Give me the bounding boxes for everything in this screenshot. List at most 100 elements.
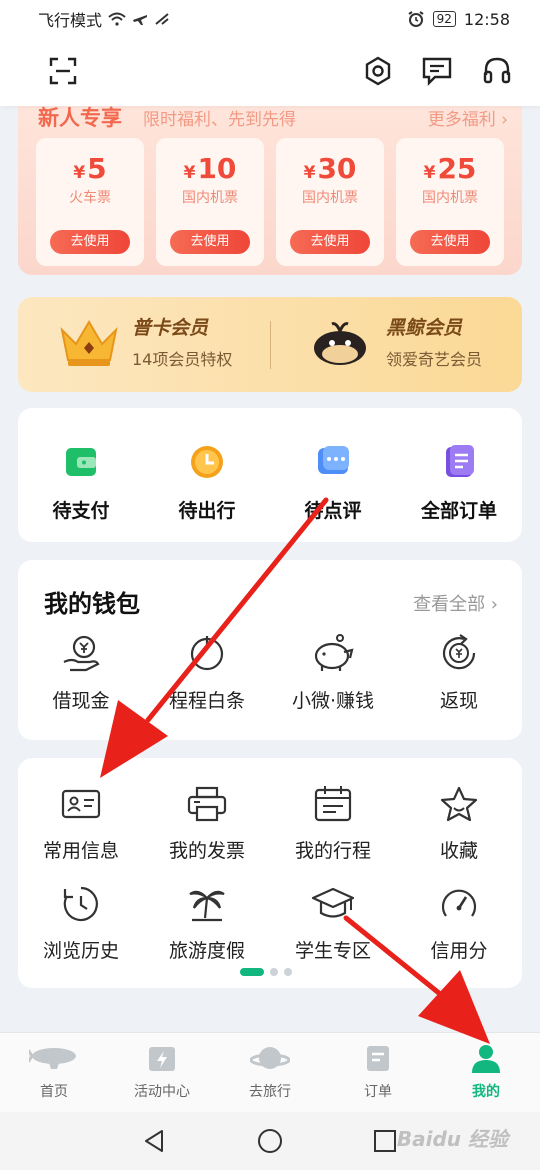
tool-history[interactable]: 浏览历史 [18, 884, 144, 963]
order-pending-review[interactable]: 待点评 [270, 408, 396, 523]
clock: 12:58 [463, 9, 510, 29]
cash-hand-icon [63, 635, 100, 672]
coupon-card[interactable]: ¥10 国内机票 去使用 [156, 138, 264, 266]
lightning-calendar-icon [149, 1047, 175, 1071]
order-pending-payment[interactable]: 待支付 [18, 408, 144, 523]
signal-off-icon [155, 13, 169, 25]
wallet-item-label: 小微·赚钱 [291, 690, 375, 712]
tool-favorites[interactable]: 收藏 [396, 784, 522, 863]
tool-label: 信用分 [430, 940, 488, 962]
tool-common-info[interactable]: 常用信息 [18, 784, 144, 863]
graduation-cap-icon [311, 887, 355, 918]
tab-mine[interactable]: 我的 [432, 1033, 540, 1112]
coupon-currency: ¥ [73, 163, 86, 183]
promo-more-link[interactable]: 更多福利 › [428, 105, 508, 130]
wallet-view-all-link[interactable]: 查看全部 › [413, 590, 498, 616]
membership-black-whale[interactable]: 黑鲸会员 领爱奇艺会员 [310, 313, 482, 370]
bottom-tab-bar: 首页 活动中心 去旅行 订单 我的 [0, 1032, 540, 1112]
top-bar [0, 38, 540, 106]
membership-divider [270, 321, 271, 369]
coupon-use-button[interactable]: 去使用 [50, 230, 130, 254]
wifi-icon [108, 12, 126, 26]
coupon-amount: 30 [317, 152, 357, 185]
coupon-amount: 10 [197, 152, 237, 185]
gauge-icon [441, 889, 477, 917]
tab-label: 订单 [364, 1084, 392, 1100]
cashback-icon [442, 634, 476, 670]
tab-label: 我的 [472, 1084, 500, 1100]
membership-subtitle: 14项会员特权 [132, 350, 233, 369]
order-icon [367, 1046, 389, 1071]
tab-label: 去旅行 [249, 1084, 291, 1100]
status-airplane-mode: 飞行模式 [38, 11, 103, 30]
calendar-icon [314, 786, 352, 822]
coupon-amount: 5 [87, 152, 107, 185]
coupon-name: 国内机票 [422, 190, 478, 206]
coupon-name: 国内机票 [302, 190, 358, 206]
wallet-item-label: 借现金 [52, 690, 110, 712]
whale-icon [314, 321, 366, 365]
wallet-card: 我的钱包 查看全部 › 借现金 程程白条 小微·赚钱 返现 [18, 560, 522, 740]
user-icon [472, 1045, 500, 1073]
coupon-name: 国内机票 [182, 190, 238, 206]
coupon-currency: ¥ [423, 163, 436, 183]
tool-label: 我的发票 [168, 840, 245, 862]
promo-subtitle: 限时福利、先到先得 [143, 110, 296, 130]
printer-icon [187, 786, 227, 822]
order-label: 全部订单 [420, 500, 497, 522]
tool-credit-score[interactable]: 信用分 [396, 884, 522, 963]
wallet-icon [66, 448, 96, 476]
coupon-card[interactable]: ¥25 国内机票 去使用 [396, 138, 504, 266]
wallet-item-label: 返现 [439, 690, 478, 712]
recents-icon[interactable] [372, 1128, 398, 1158]
customer-service-icon[interactable] [480, 54, 514, 88]
coupon-use-button[interactable]: 去使用 [170, 230, 250, 254]
coupon-card[interactable]: ¥5 火车票 去使用 [36, 138, 144, 266]
wallet-item-cashback[interactable]: 返现 [396, 632, 522, 713]
membership-title: 黑鲸会员 [386, 317, 463, 339]
scan-icon[interactable] [46, 54, 80, 88]
membership-regular[interactable]: 普卡会员 14项会员特权 [58, 313, 232, 370]
message-icon[interactable] [420, 54, 454, 88]
promo-title: 新人专享 [38, 106, 122, 130]
chat-icon [318, 446, 349, 474]
membership-subtitle: 领爱奇艺会员 [386, 350, 483, 369]
tool-itinerary[interactable]: 我的行程 [270, 784, 396, 863]
coupon-use-button[interactable]: 去使用 [410, 230, 490, 254]
tools-card: 常用信息 我的发票 我的行程 收藏 浏览历史 旅游度假 学生专区 信用分 [18, 758, 522, 988]
wallet-item-credit[interactable]: 程程白条 [144, 632, 270, 713]
id-card-icon [61, 789, 101, 819]
tool-label: 收藏 [439, 840, 478, 862]
battery-level: 92 [432, 11, 456, 27]
tool-label: 常用信息 [42, 840, 119, 862]
tab-activity-center[interactable]: 活动中心 [108, 1033, 216, 1112]
wallet-item-earn[interactable]: 小微·赚钱 [270, 632, 396, 713]
order-label: 待支付 [52, 500, 110, 522]
watermark: Baidu 经验 [396, 1127, 508, 1151]
new-user-promo: 新人专享 限时福利、先到先得 更多福利 › ¥5 火车票 去使用 ¥10 国内机… [18, 90, 522, 275]
tool-label: 我的行程 [294, 840, 371, 862]
tool-vacation[interactable]: 旅游度假 [144, 884, 270, 963]
airship-icon [26, 1048, 76, 1069]
home-icon[interactable] [257, 1128, 283, 1158]
back-icon[interactable] [142, 1128, 166, 1158]
tab-orders[interactable]: 订单 [324, 1033, 432, 1112]
page-indicator [240, 968, 292, 976]
settings-icon[interactable] [361, 54, 395, 88]
tool-student-zone[interactable]: 学生专区 [270, 884, 396, 963]
order-label: 待出行 [178, 500, 236, 522]
order-pending-travel[interactable]: 待出行 [144, 408, 270, 523]
tool-invoice[interactable]: 我的发票 [144, 784, 270, 863]
status-bar: 飞行模式 92 12:58 [0, 0, 540, 38]
history-icon [63, 886, 98, 922]
coupon-card[interactable]: ¥30 国内机票 去使用 [276, 138, 384, 266]
tab-home[interactable]: 首页 [0, 1033, 108, 1112]
orders-card: 待支付 待出行 待点评 全部订单 [18, 408, 522, 542]
order-all[interactable]: 全部订单 [396, 408, 522, 523]
wallet-item-cash-loan[interactable]: 借现金 [18, 632, 144, 713]
coupon-use-button[interactable]: 去使用 [290, 230, 370, 254]
wallet-title: 我的钱包 [44, 590, 140, 618]
membership-banner: 普卡会员 14项会员特权 黑鲸会员 领爱奇艺会员 [18, 297, 522, 392]
tab-travel[interactable]: 去旅行 [216, 1033, 324, 1112]
clock-icon [191, 446, 223, 478]
